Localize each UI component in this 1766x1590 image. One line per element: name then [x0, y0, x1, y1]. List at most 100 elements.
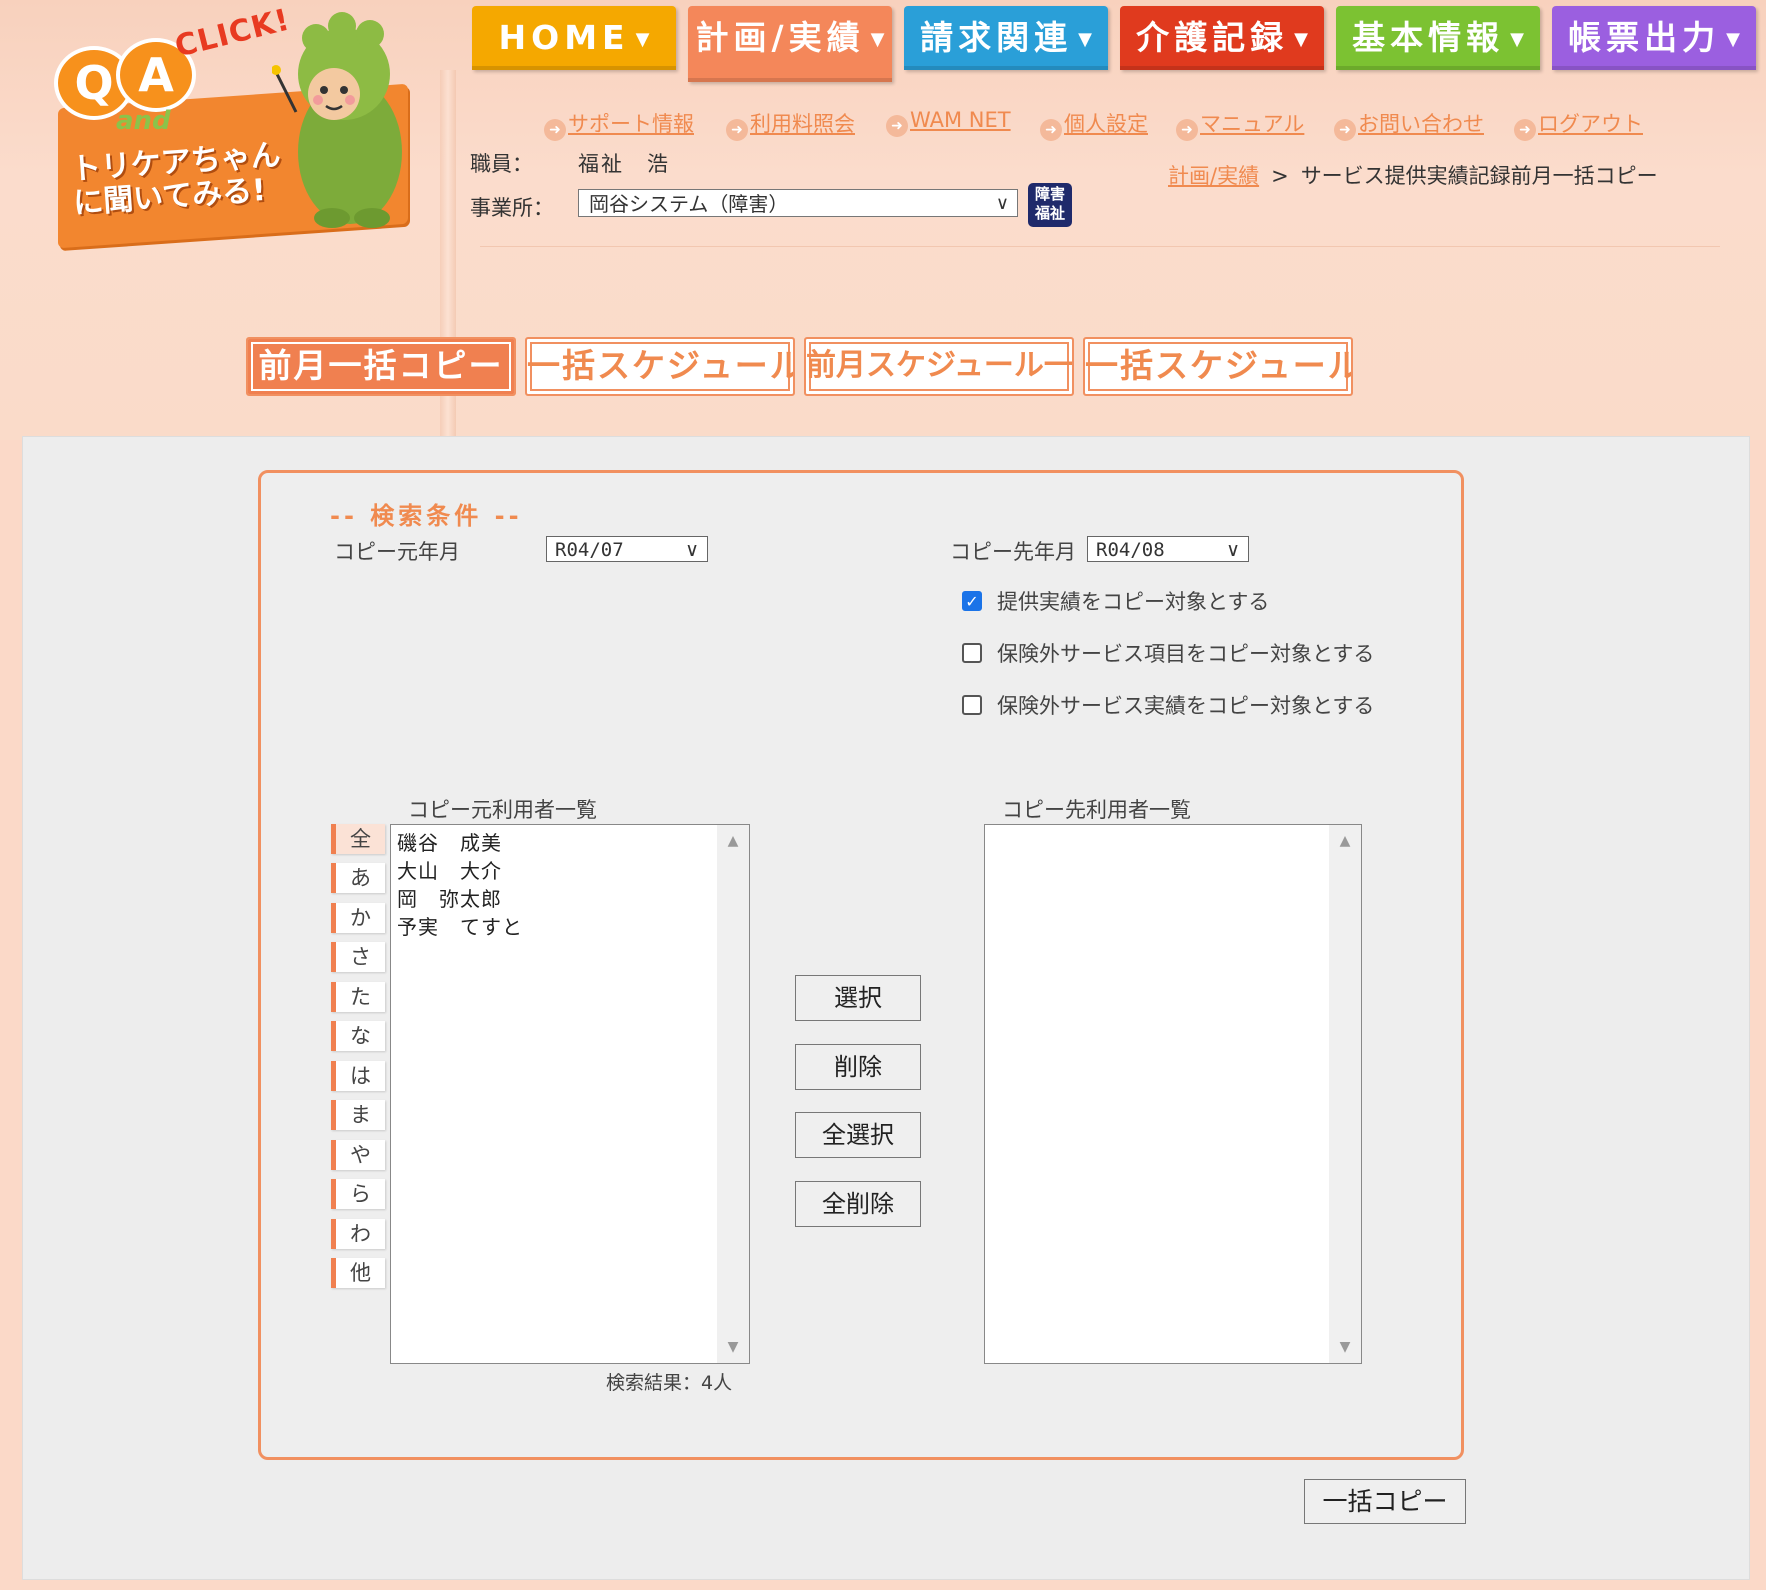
breadcrumb-separator: > — [1271, 164, 1289, 188]
link-support-info[interactable]: ➜ サポート情報 — [544, 108, 694, 141]
copy-uninsured-items-label: 保険外サービス項目をコピー対象とする — [997, 642, 1375, 666]
search-conditions-legend: -- 検索条件 -- — [330, 502, 523, 530]
source-user-listbox[interactable]: 磯谷 成美 大山 大介 岡 弥太郎 予実 てすと ▲ ▼ — [390, 824, 750, 1364]
chevron-down-icon: ▼ — [1726, 28, 1740, 50]
kana-filter-wa[interactable]: わ — [331, 1219, 385, 1249]
copy-provided-results-checkbox[interactable]: ✓ — [962, 591, 982, 611]
link-logout[interactable]: ➜ ログアウト — [1514, 108, 1643, 141]
kana-filter-ka[interactable]: か — [331, 903, 385, 933]
staff-label: 職員： — [470, 152, 533, 176]
kana-filter-ma[interactable]: ま — [331, 1100, 385, 1130]
link-contact-label: お問い合わせ — [1358, 112, 1484, 136]
badge-line1: 障害 — [1034, 185, 1065, 203]
source-month-select[interactable]: R04/07 ∨ — [546, 536, 708, 562]
subtab-bulk-schedule-import[interactable]: 一括スケジュール取込 — [525, 337, 795, 396]
scroll-down-icon[interactable]: ▼ — [1329, 1339, 1361, 1355]
link-manual[interactable]: ➜ マニュアル — [1176, 108, 1304, 141]
source-list-title: コピー元利用者一覧 — [408, 798, 597, 822]
link-wam-net-label: WAM NET — [910, 108, 1011, 132]
subtab-bulk-schedule-expand[interactable]: 一括スケジュール展開 — [1083, 337, 1353, 396]
list-item[interactable]: 磯谷 成美 — [397, 827, 502, 856]
copy-uninsured-items-checkbox[interactable] — [962, 643, 982, 663]
chevron-down-icon: ∨ — [1226, 539, 1240, 561]
arrow-right-circle-icon: ➜ — [886, 115, 908, 137]
dest-month-value: R04/08 — [1096, 539, 1165, 561]
breadcrumb-current: サービス提供実績記録前月一括コピー — [1300, 164, 1658, 188]
link-wam-net[interactable]: ➜ WAM NET — [886, 108, 1011, 137]
chevron-down-icon: ∨ — [685, 539, 699, 561]
kana-filter-ra[interactable]: ら — [331, 1179, 385, 1209]
office-label: 事業所： — [470, 196, 554, 220]
delete-button[interactable]: 削除 — [795, 1044, 921, 1090]
list-item[interactable]: 大山 大介 — [397, 855, 502, 884]
arrow-right-circle-icon: ➜ — [1334, 119, 1356, 141]
chevron-down-icon: ▼ — [1510, 28, 1524, 50]
kana-filter-a[interactable]: あ — [331, 863, 385, 893]
kana-filter-ta[interactable]: た — [331, 982, 385, 1012]
nav-tab-home[interactable]: HOME ▼ — [472, 6, 676, 70]
office-select[interactable]: 岡谷システム（障害） ∨ — [578, 189, 1018, 217]
nav-tab-care-records[interactable]: 介護記録 ▼ — [1120, 6, 1324, 70]
nav-tab-billing[interactable]: 請求関連 ▼ — [904, 6, 1108, 70]
link-support-info-label: サポート情報 — [568, 112, 694, 136]
chevron-down-icon: ▼ — [1078, 28, 1092, 50]
scroll-up-icon[interactable]: ▲ — [717, 833, 749, 849]
logo-and-text: and — [116, 106, 171, 136]
kana-filter-na[interactable]: な — [331, 1021, 385, 1051]
select-all-button[interactable]: 全選択 — [795, 1112, 921, 1158]
scrollbar[interactable]: ▲ ▼ — [1329, 825, 1361, 1363]
breadcrumb-parent-link[interactable]: 計画/実績 — [1168, 164, 1259, 188]
delete-all-button[interactable]: 全削除 — [795, 1181, 921, 1227]
link-fee-inquiry-label: 利用料照会 — [750, 112, 855, 136]
scroll-down-icon[interactable]: ▼ — [717, 1339, 749, 1355]
link-manual-label: マニュアル — [1200, 112, 1305, 136]
badge-line2: 福祉 — [1034, 204, 1065, 222]
search-result-count: 検索結果：4人 — [606, 1372, 733, 1394]
nav-tab-plan-results[interactable]: 計画/実績 ▼ — [688, 6, 892, 82]
arrow-right-circle-icon: ➜ — [1514, 119, 1536, 141]
link-personal-settings-label: 個人設定 — [1064, 112, 1148, 136]
dest-list-title: コピー先利用者一覧 — [1002, 798, 1191, 822]
nav-tab-basic-info[interactable]: 基本情報 ▼ — [1336, 6, 1540, 70]
kana-filter-sa[interactable]: さ — [331, 942, 385, 972]
mascot-icon — [272, 12, 402, 228]
source-month-label: コピー元年月 — [334, 540, 460, 564]
qa-logo-banner[interactable]: Q A CLICK! and トリケアちゃん に聞いてみる! — [52, 2, 422, 249]
chevron-down-icon: ▼ — [1294, 28, 1308, 50]
nav-tab-home-label: HOME — [498, 18, 630, 57]
link-personal-settings[interactable]: ➜ 個人設定 — [1040, 108, 1148, 141]
copy-uninsured-results-checkbox[interactable] — [962, 695, 982, 715]
kana-filter-ha[interactable]: は — [331, 1061, 385, 1091]
disability-welfare-badge-icon: 障害 福祉 — [1028, 183, 1072, 227]
link-contact[interactable]: ➜ お問い合わせ — [1334, 108, 1484, 141]
arrow-right-circle-icon: ➜ — [544, 119, 566, 141]
subtab-prev-month-bulk-copy[interactable]: 前月一括コピー — [246, 337, 516, 396]
nav-tab-care-records-label: 介護記録 — [1136, 18, 1289, 57]
arrow-right-circle-icon: ➜ — [1176, 119, 1198, 141]
subtab-prev-month-schedule-copy[interactable]: 前月スケジュール一括コピー — [804, 337, 1074, 396]
copy-uninsured-results-label: 保険外サービス実績をコピー対象とする — [997, 694, 1375, 718]
nav-tab-plan-results-label: 計画/実績 — [695, 18, 865, 57]
kana-filter-other[interactable]: 他 — [331, 1258, 385, 1288]
scroll-up-icon[interactable]: ▲ — [1329, 833, 1361, 849]
select-button[interactable]: 選択 — [795, 975, 921, 1021]
list-item[interactable]: 岡 弥太郎 — [397, 883, 502, 912]
copy-provided-results-label: 提供実績をコピー対象とする — [997, 590, 1270, 614]
link-logout-label: ログアウト — [1538, 112, 1643, 136]
list-item[interactable]: 予実 てすと — [397, 911, 523, 940]
staff-name: 福祉 浩 — [578, 152, 670, 176]
office-select-value: 岡谷システム（障害） — [589, 192, 789, 216]
header-divider — [480, 246, 1720, 247]
scrollbar[interactable]: ▲ ▼ — [717, 825, 749, 1363]
nav-tab-basic-info-label: 基本情報 — [1352, 18, 1505, 57]
chevron-down-icon: ∨ — [995, 193, 1009, 214]
kana-filter-ya[interactable]: や — [331, 1140, 385, 1170]
kana-filter-all[interactable]: 全 — [331, 824, 385, 854]
nav-tab-reports[interactable]: 帳票出力 ▼ — [1552, 6, 1756, 70]
arrow-right-circle-icon: ➜ — [726, 119, 748, 141]
dest-user-listbox[interactable]: ▲ ▼ — [984, 824, 1362, 1364]
bulk-copy-button[interactable]: 一括コピー — [1304, 1479, 1466, 1524]
link-fee-inquiry[interactable]: ➜ 利用料照会 — [726, 108, 855, 141]
source-month-value: R04/07 — [555, 539, 624, 561]
dest-month-select[interactable]: R04/08 ∨ — [1087, 536, 1249, 562]
